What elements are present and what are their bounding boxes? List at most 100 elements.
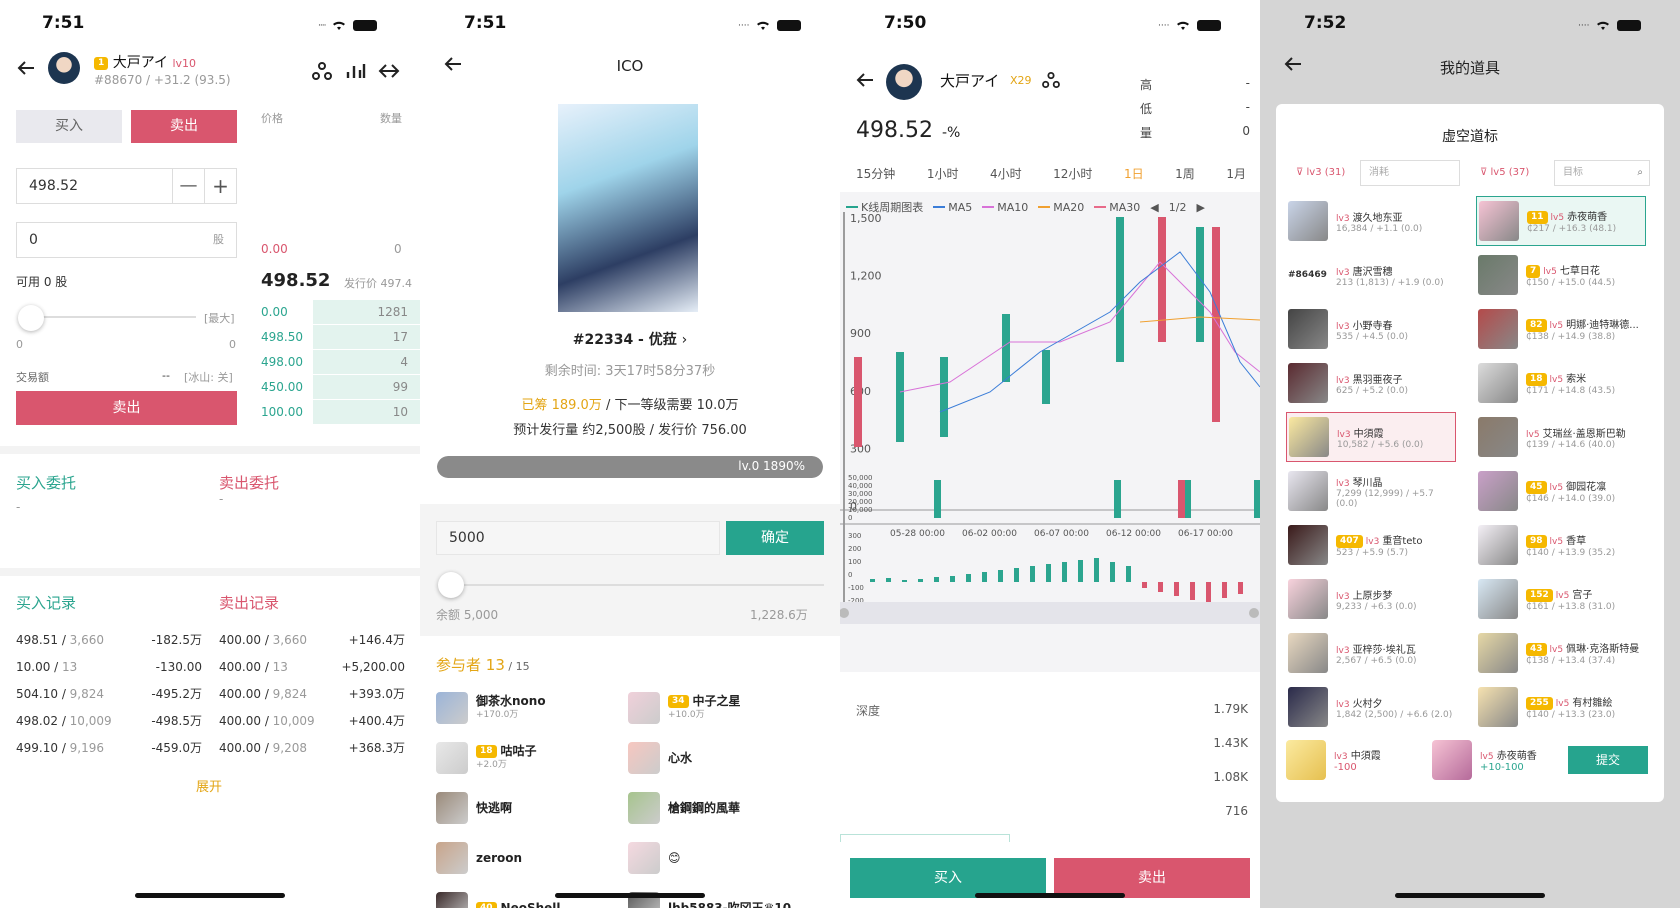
period-tab[interactable]: 15分钟 [856, 165, 895, 185]
swap-icon[interactable] [378, 62, 400, 80]
iceberg-toggle[interactable]: [冰山: 关] [184, 369, 233, 385]
macd-bar [982, 572, 987, 582]
item-text: lv3 上原步梦 9,233 / +6.3 (0.0) [1336, 587, 1417, 612]
candlestick-chart[interactable]: 1,5001,200900600300050,00040,00030,00020… [840, 212, 1260, 672]
qty-input[interactable]: 0 [17, 223, 213, 257]
item-row[interactable]: 7 lv5 七草日花 ₵150 / +15.0 (44.5) [1476, 250, 1646, 300]
network-icon[interactable] [1042, 72, 1060, 88]
period-tab[interactable]: 1周 [1175, 165, 1195, 185]
item-thumb [1288, 471, 1328, 511]
item-row[interactable]: #86469 lv3 唐沢雪穗 213 (1,813) / +1.9 (0.0) [1286, 250, 1456, 300]
item-title[interactable]: #22334 - 优菈 › [420, 329, 840, 349]
plus-button[interactable]: + [204, 169, 236, 203]
back-arrow-icon[interactable] [16, 58, 36, 78]
candle[interactable] [1042, 350, 1050, 404]
left-search-input[interactable]: 消耗 [1360, 160, 1460, 186]
item-row[interactable]: 152 lv5 宫子 ₵161 / +13.8 (31.0) [1476, 574, 1646, 624]
slider-thumb[interactable] [18, 305, 44, 331]
item-row[interactable]: 255 lv5 有村雛絵 ₵140 / +13.3 (23.0) [1476, 682, 1646, 732]
network-icon[interactable] [312, 62, 332, 80]
participant-name: 槍鋼鋼的風華 [668, 801, 741, 815]
period-tab[interactable]: 4小时 [990, 165, 1022, 185]
participant-item[interactable]: 槍鋼鋼的風華 [628, 786, 818, 830]
selected-left[interactable]: lv3 中須霞 -100 [1286, 740, 1381, 780]
sell-button[interactable]: 卖出 [16, 391, 237, 425]
item-lv: lv3 [1336, 321, 1350, 332]
amount-slider[interactable] [436, 572, 824, 598]
scroll-handle-right[interactable] [1249, 608, 1259, 618]
status-icons: ···· [1158, 16, 1222, 35]
expand-link[interactable]: 展开 [196, 776, 222, 795]
right-filter[interactable]: ⊽ lv5 (37) [1480, 167, 1529, 178]
bid-row[interactable]: 498.50 17 [258, 325, 420, 349]
candle[interactable] [854, 357, 862, 447]
item-badge: 82 [1526, 318, 1547, 332]
character-image[interactable] [558, 104, 698, 312]
tab-buy[interactable]: 买入 [16, 110, 122, 143]
slider-max-label[interactable]: [最大] [204, 310, 235, 326]
selected-right[interactable]: lv5 赤夜萌香 +10-100 [1432, 740, 1537, 780]
item-row[interactable]: 45 lv5 御园花凛 ₵146 / +14.0 (39.0) [1476, 466, 1646, 516]
right-search-input[interactable]: 目标 ⌕ [1554, 160, 1650, 186]
candle[interactable] [940, 357, 948, 437]
selected-right-sub: +10-100 [1480, 762, 1524, 773]
item-row[interactable]: 11 lv5 赤夜萌香 ₵217 / +16.3 (48.1) [1476, 196, 1646, 246]
tab-sell[interactable]: 卖出 [131, 110, 237, 143]
item-row[interactable]: 18 lv5 索米 ₵171 / +14.8 (43.5) [1476, 358, 1646, 408]
confirm-button[interactable]: 确定 [726, 521, 824, 555]
candle[interactable] [1002, 314, 1010, 382]
item-thumb [1288, 687, 1328, 727]
item-row[interactable]: lv3 亚梓莎·埃礼瓦 2,567 / +6.5 (0.0) [1286, 628, 1456, 678]
item-row[interactable]: lv3 火村夕 1,842 (2,500) / +6.6 (2.0) [1286, 682, 1456, 732]
item-row[interactable]: lv3 上原步梦 9,233 / +6.3 (0.0) [1286, 574, 1456, 624]
item-row[interactable]: lv5 艾瑞丝·盖恩斯巴勒 ₵139 / +14.6 (40.0) [1476, 412, 1646, 462]
macd-bar [1238, 582, 1243, 594]
bid-row[interactable]: 0.00 1281 [258, 300, 420, 324]
participant-item[interactable]: 御茶水nono +170.0万 [436, 686, 626, 730]
left-filter[interactable]: ⊽ lv3 (31) [1296, 167, 1345, 178]
chart-scrollbar[interactable] [840, 602, 1260, 624]
participant-item[interactable]: 快逃啊 [436, 786, 626, 830]
participants-total: / 15 [504, 660, 530, 673]
progress-label: lv.0 1890% [738, 459, 805, 473]
qty-slider[interactable] [16, 302, 196, 332]
candle[interactable] [896, 352, 904, 442]
sell-button[interactable]: 卖出 [1054, 858, 1250, 898]
price-input[interactable]: 498.52 [17, 169, 172, 203]
item-row[interactable]: 98 lv5 香草 ₵140 / +13.9 (35.2) [1476, 520, 1646, 570]
item-row[interactable]: lv3 小野寺春 535 / +4.5 (0.0) [1286, 304, 1456, 354]
period-tab[interactable]: 1日 [1124, 165, 1144, 185]
period-tab[interactable]: 1月 [1226, 165, 1246, 185]
participant-item[interactable]: 34 中子之星 +10.0万 [628, 686, 818, 730]
item-row[interactable]: lv3 中須霞 10,582 / +5.6 (0.0) [1286, 412, 1456, 462]
minus-button[interactable]: — [172, 169, 204, 203]
item-row[interactable]: 82 lv5 明娜·迪特琳德... ₵138 / +14.9 (38.8) [1476, 304, 1646, 354]
period-tab[interactable]: 12小时 [1053, 165, 1092, 185]
record-qty: 3,660 [69, 632, 105, 647]
bid-row[interactable]: 100.00 10 [258, 400, 420, 424]
bid-row[interactable]: 498.00 4 [258, 350, 420, 374]
amount-input[interactable]: 5000 [436, 521, 720, 555]
item-row[interactable]: lv3 黑羽亜夜子 625 / +5.2 (0.0) [1286, 358, 1456, 408]
candle[interactable] [1212, 227, 1220, 422]
back-arrow-icon[interactable] [856, 72, 874, 88]
participant-item[interactable]: 心水 [628, 736, 818, 780]
participant-item[interactable]: 😊 [628, 836, 818, 880]
submit-button[interactable]: 提交 [1568, 746, 1648, 774]
slider-thumb[interactable] [438, 572, 464, 598]
participant-item[interactable]: zeroon [436, 836, 626, 880]
candle[interactable] [1116, 217, 1124, 362]
item-row[interactable]: lv3 渡久地东亚 16,384 / +1.1 (0.0) [1286, 196, 1456, 246]
buy-button[interactable]: 买入 [850, 858, 1046, 898]
participant-item[interactable]: 18 咕咕子 +2.0万 [436, 736, 626, 780]
participant-name: 中子之星 [692, 694, 741, 708]
chart-icon[interactable] [346, 62, 366, 80]
ask-price[interactable]: 0.00 [261, 242, 288, 256]
item-row[interactable]: 407 lv3 重音teto 523 / +5.9 (5.7) [1286, 520, 1456, 570]
item-row[interactable]: 43 lv5 佩琳·克洛斯特曼 ₵138 / +13.4 (37.4) [1476, 628, 1646, 678]
period-tab[interactable]: 1小时 [927, 165, 959, 185]
bid-row[interactable]: 450.00 99 [258, 375, 420, 399]
item-row[interactable]: lv3 琴川晶 7,299 (12,999) / +5.7 (0.0) [1286, 466, 1456, 516]
candle[interactable] [1196, 227, 1204, 342]
candle[interactable] [1158, 217, 1166, 342]
